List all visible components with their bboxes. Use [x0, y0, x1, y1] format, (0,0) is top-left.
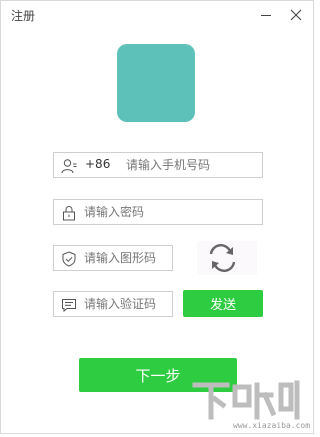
register-window: 注册 +86 请输入手机号码 请输入图形码 请输入验证码 发送 下一步 www.…	[0, 0, 314, 434]
lock-icon	[61, 205, 77, 221]
sms-code-field[interactable]	[53, 291, 173, 317]
phone-input[interactable]	[126, 153, 256, 177]
password-input[interactable]	[84, 200, 254, 224]
close-icon[interactable]	[286, 5, 306, 25]
message-icon	[61, 297, 77, 313]
window-title: 注册	[11, 9, 36, 23]
minimize-icon[interactable]	[256, 5, 276, 25]
title-bar[interactable]: 注册	[1, 1, 313, 31]
country-code[interactable]: +86	[85, 157, 110, 171]
phone-field[interactable]: +86	[53, 152, 263, 178]
shield-icon	[61, 251, 77, 267]
send-code-button[interactable]: 发送	[183, 290, 263, 317]
captcha-field[interactable]	[53, 245, 173, 271]
watermark-url: www.xiazaiba.com	[233, 421, 311, 430]
refresh-icon	[197, 241, 257, 279]
avatar[interactable]	[117, 44, 195, 122]
password-field[interactable]	[53, 199, 263, 225]
user-icon	[61, 158, 77, 174]
sms-code-input[interactable]	[84, 292, 170, 316]
captcha-input[interactable]	[84, 246, 170, 270]
refresh-captcha-button[interactable]	[197, 241, 257, 275]
